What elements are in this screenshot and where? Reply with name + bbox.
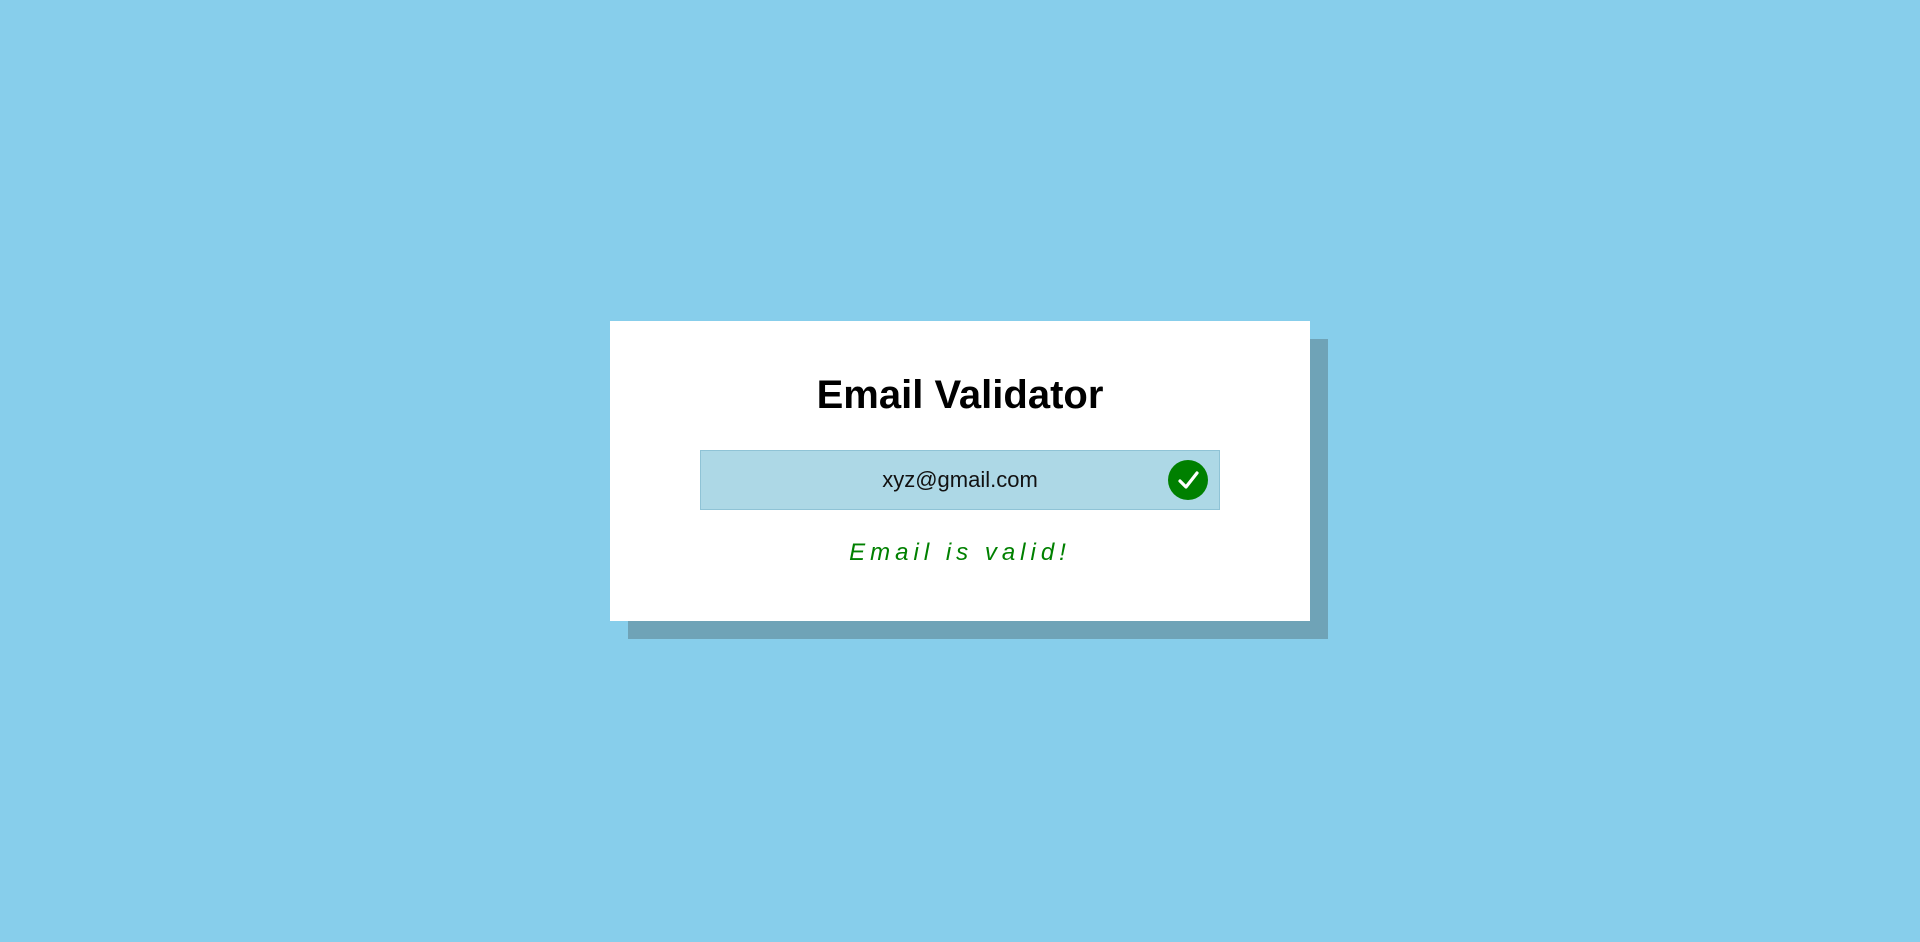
email-field-wrapper (700, 450, 1220, 510)
email-input[interactable] (701, 451, 1219, 509)
page-title: Email Validator (816, 373, 1104, 417)
validation-message: Email is valid! (849, 539, 1071, 566)
validator-card: Email Validator Email is valid! (610, 321, 1310, 621)
check-circle-icon (1168, 460, 1208, 500)
